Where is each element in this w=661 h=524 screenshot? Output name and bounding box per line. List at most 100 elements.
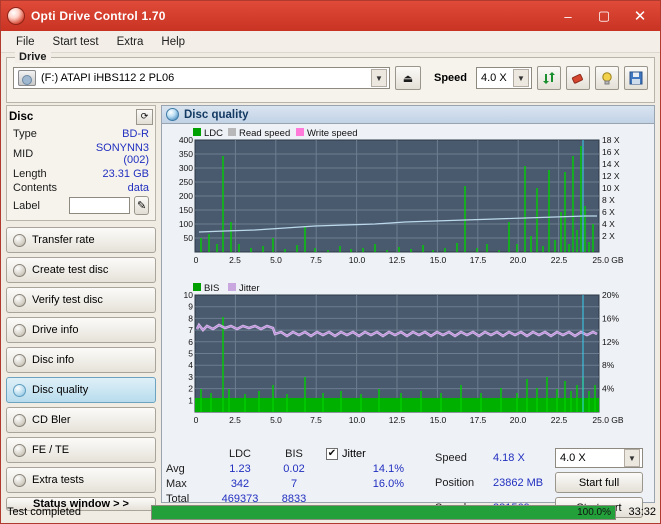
svg-text:5.0: 5.0 <box>270 415 282 425</box>
error-stats: LDC BIS Avg 1.23 0.02 Max 342 7 Total 46… <box>166 448 320 505</box>
save-icon <box>629 71 643 85</box>
disc-contents-value: data <box>127 182 149 194</box>
svg-text:16%: 16% <box>602 313 619 323</box>
menu-item-file[interactable]: File <box>7 34 44 50</box>
progress-fill <box>152 505 615 519</box>
start-full-button[interactable]: Start full <box>555 472 643 493</box>
svg-text:25.0 GB: 25.0 GB <box>592 255 624 265</box>
bullet-icon <box>13 383 26 397</box>
svg-text:8 X: 8 X <box>602 195 615 205</box>
progress-percent: 100.0% <box>577 506 611 518</box>
drive-panel-legend: Drive <box>15 51 51 63</box>
minimize-button[interactable]: – <box>550 3 586 29</box>
maximize-button[interactable]: ▢ <box>586 3 622 29</box>
svg-text:400: 400 <box>179 135 193 145</box>
disc-type-value: BD-R <box>122 128 149 140</box>
chevron-down-icon[interactable]: ▼ <box>513 69 529 87</box>
erase-button[interactable] <box>566 66 590 90</box>
chevron-down-icon[interactable]: ▼ <box>624 449 640 467</box>
bullet-icon <box>13 443 26 457</box>
svg-text:5.0: 5.0 <box>270 255 282 265</box>
info-button[interactable] <box>595 66 619 90</box>
drive-select[interactable]: (F:) ATAPI iHBS112 2 PL06 ▼ <box>13 67 390 89</box>
svg-text:0: 0 <box>194 255 199 265</box>
disc-mid-key: MID <box>13 148 34 160</box>
speed-label: Speed <box>433 72 467 84</box>
charts-container: LDC Read speed Write speed 400 350 300 2… <box>162 124 654 446</box>
svg-text:4 X: 4 X <box>602 219 615 229</box>
sidebar-item-disc-quality[interactable]: Disc quality <box>6 377 156 403</box>
sidebar-item-verify-test-disc[interactable]: Verify test disc <box>6 287 156 313</box>
svg-text:14 X: 14 X <box>602 159 620 169</box>
svg-text:Write speed: Write speed <box>307 128 358 139</box>
sidebar-item-transfer-rate[interactable]: Transfer rate <box>6 227 156 253</box>
disc-quality-panel: Disc quality LDC Read speed Write speed <box>161 105 655 518</box>
table-row: Contents data <box>11 181 151 195</box>
svg-text:4: 4 <box>188 360 193 370</box>
svg-text:20.0: 20.0 <box>510 415 527 425</box>
menu-item-start-test[interactable]: Start test <box>44 34 108 50</box>
sidebar-item-fe-te[interactable]: FE / TE <box>6 437 156 463</box>
svg-text:2 X: 2 X <box>602 231 615 241</box>
disc-quality-header: Disc quality <box>162 106 654 124</box>
sidebar-item-label: Verify test disc <box>32 294 103 306</box>
svg-text:7: 7 <box>188 325 193 335</box>
eject-button[interactable]: ⏏ <box>394 66 421 90</box>
speed-select[interactable]: 4.0 X ▼ <box>476 67 532 89</box>
svg-text:BIS: BIS <box>204 283 219 294</box>
main-body: Disc ⟳ Type BD-R MID SONYNN3 (002) Lengt… <box>1 105 660 518</box>
svg-text:2.5: 2.5 <box>229 415 241 425</box>
sidebar-item-drive-info[interactable]: Drive info <box>6 317 156 343</box>
speed-select-value: 4.0 X <box>481 72 507 84</box>
error-stats-grid: LDC BIS Avg 1.23 0.02 Max 342 7 Total 46… <box>166 448 320 505</box>
sidebar-item-extra-tests[interactable]: Extra tests <box>6 467 156 493</box>
svg-text:100: 100 <box>179 219 193 229</box>
jitter-checkbox-row[interactable]: ✔ Jitter <box>326 448 404 460</box>
speed-row: Speed 4.18 X 4.0 X ▼ <box>435 448 650 468</box>
bullet-icon <box>13 233 26 247</box>
sidebar-item-create-test-disc[interactable]: Create test disc <box>6 257 156 283</box>
app-window: Opti Drive Control 1.70 – ▢ ✕ File Start… <box>0 0 661 524</box>
svg-text:300: 300 <box>179 163 193 173</box>
disc-label-edit-button[interactable]: ✎ <box>134 196 149 215</box>
menu-bar: File Start test Extra Help <box>1 31 660 53</box>
close-button[interactable]: ✕ <box>622 3 658 29</box>
sidebar-item-label: Drive info <box>32 324 79 336</box>
stats-bis-header: BIS <box>285 448 303 460</box>
svg-text:Read speed: Read speed <box>239 128 290 139</box>
refresh-button[interactable] <box>537 66 561 90</box>
result-speed-value: 4.18 X <box>493 452 525 464</box>
jitter-checkbox[interactable]: ✔ <box>326 448 338 460</box>
svg-text:20.0: 20.0 <box>510 255 527 265</box>
disc-info-header: Disc ⟳ <box>9 108 153 125</box>
disc-quality-title: Disc quality <box>184 108 249 121</box>
menu-item-extra[interactable]: Extra <box>108 34 153 50</box>
sidebar-item-cd-bler[interactable]: CD Bler <box>6 407 156 433</box>
jitter-checkbox-label: Jitter <box>342 448 366 460</box>
status-text: Test completed <box>7 506 81 518</box>
disc-label-input[interactable] <box>69 197 131 214</box>
disc-info-table: Type BD-R MID SONYNN3 (002) Length 23.31… <box>11 127 151 216</box>
jitter-max-value: 16.0% <box>372 478 404 490</box>
save-button[interactable] <box>624 66 648 90</box>
title-bar: Opti Drive Control 1.70 – ▢ ✕ <box>1 1 660 31</box>
stats-area: LDC BIS Avg 1.23 0.02 Max 342 7 Total 46… <box>162 446 654 518</box>
menu-item-help[interactable]: Help <box>152 34 194 50</box>
svg-text:10.0: 10.0 <box>349 255 366 265</box>
sidebar-item-disc-info[interactable]: Disc info <box>6 347 156 373</box>
eraser-icon <box>571 73 583 84</box>
svg-text:20%: 20% <box>602 290 619 300</box>
window-title: Opti Drive Control 1.70 <box>31 9 166 23</box>
sidebar-item-label: Disc info <box>32 354 75 366</box>
disc-refresh-button[interactable]: ⟳ <box>136 108 153 125</box>
svg-text:6 X: 6 X <box>602 207 615 217</box>
bullet-icon <box>13 473 26 487</box>
disc-info-box: Disc ⟳ Type BD-R MID SONYNN3 (002) Lengt… <box>6 105 156 221</box>
disc-label-key: Label <box>13 199 40 212</box>
ldc-chart: LDC Read speed Write speed 400 350 300 2… <box>165 126 651 287</box>
stats-max-bis: 7 <box>290 478 298 490</box>
chevron-down-icon[interactable]: ▼ <box>370 69 387 87</box>
test-speed-select[interactable]: 4.0 X ▼ <box>555 448 643 468</box>
svg-text:7.5: 7.5 <box>310 255 322 265</box>
disc-type-key: Type <box>13 128 37 140</box>
